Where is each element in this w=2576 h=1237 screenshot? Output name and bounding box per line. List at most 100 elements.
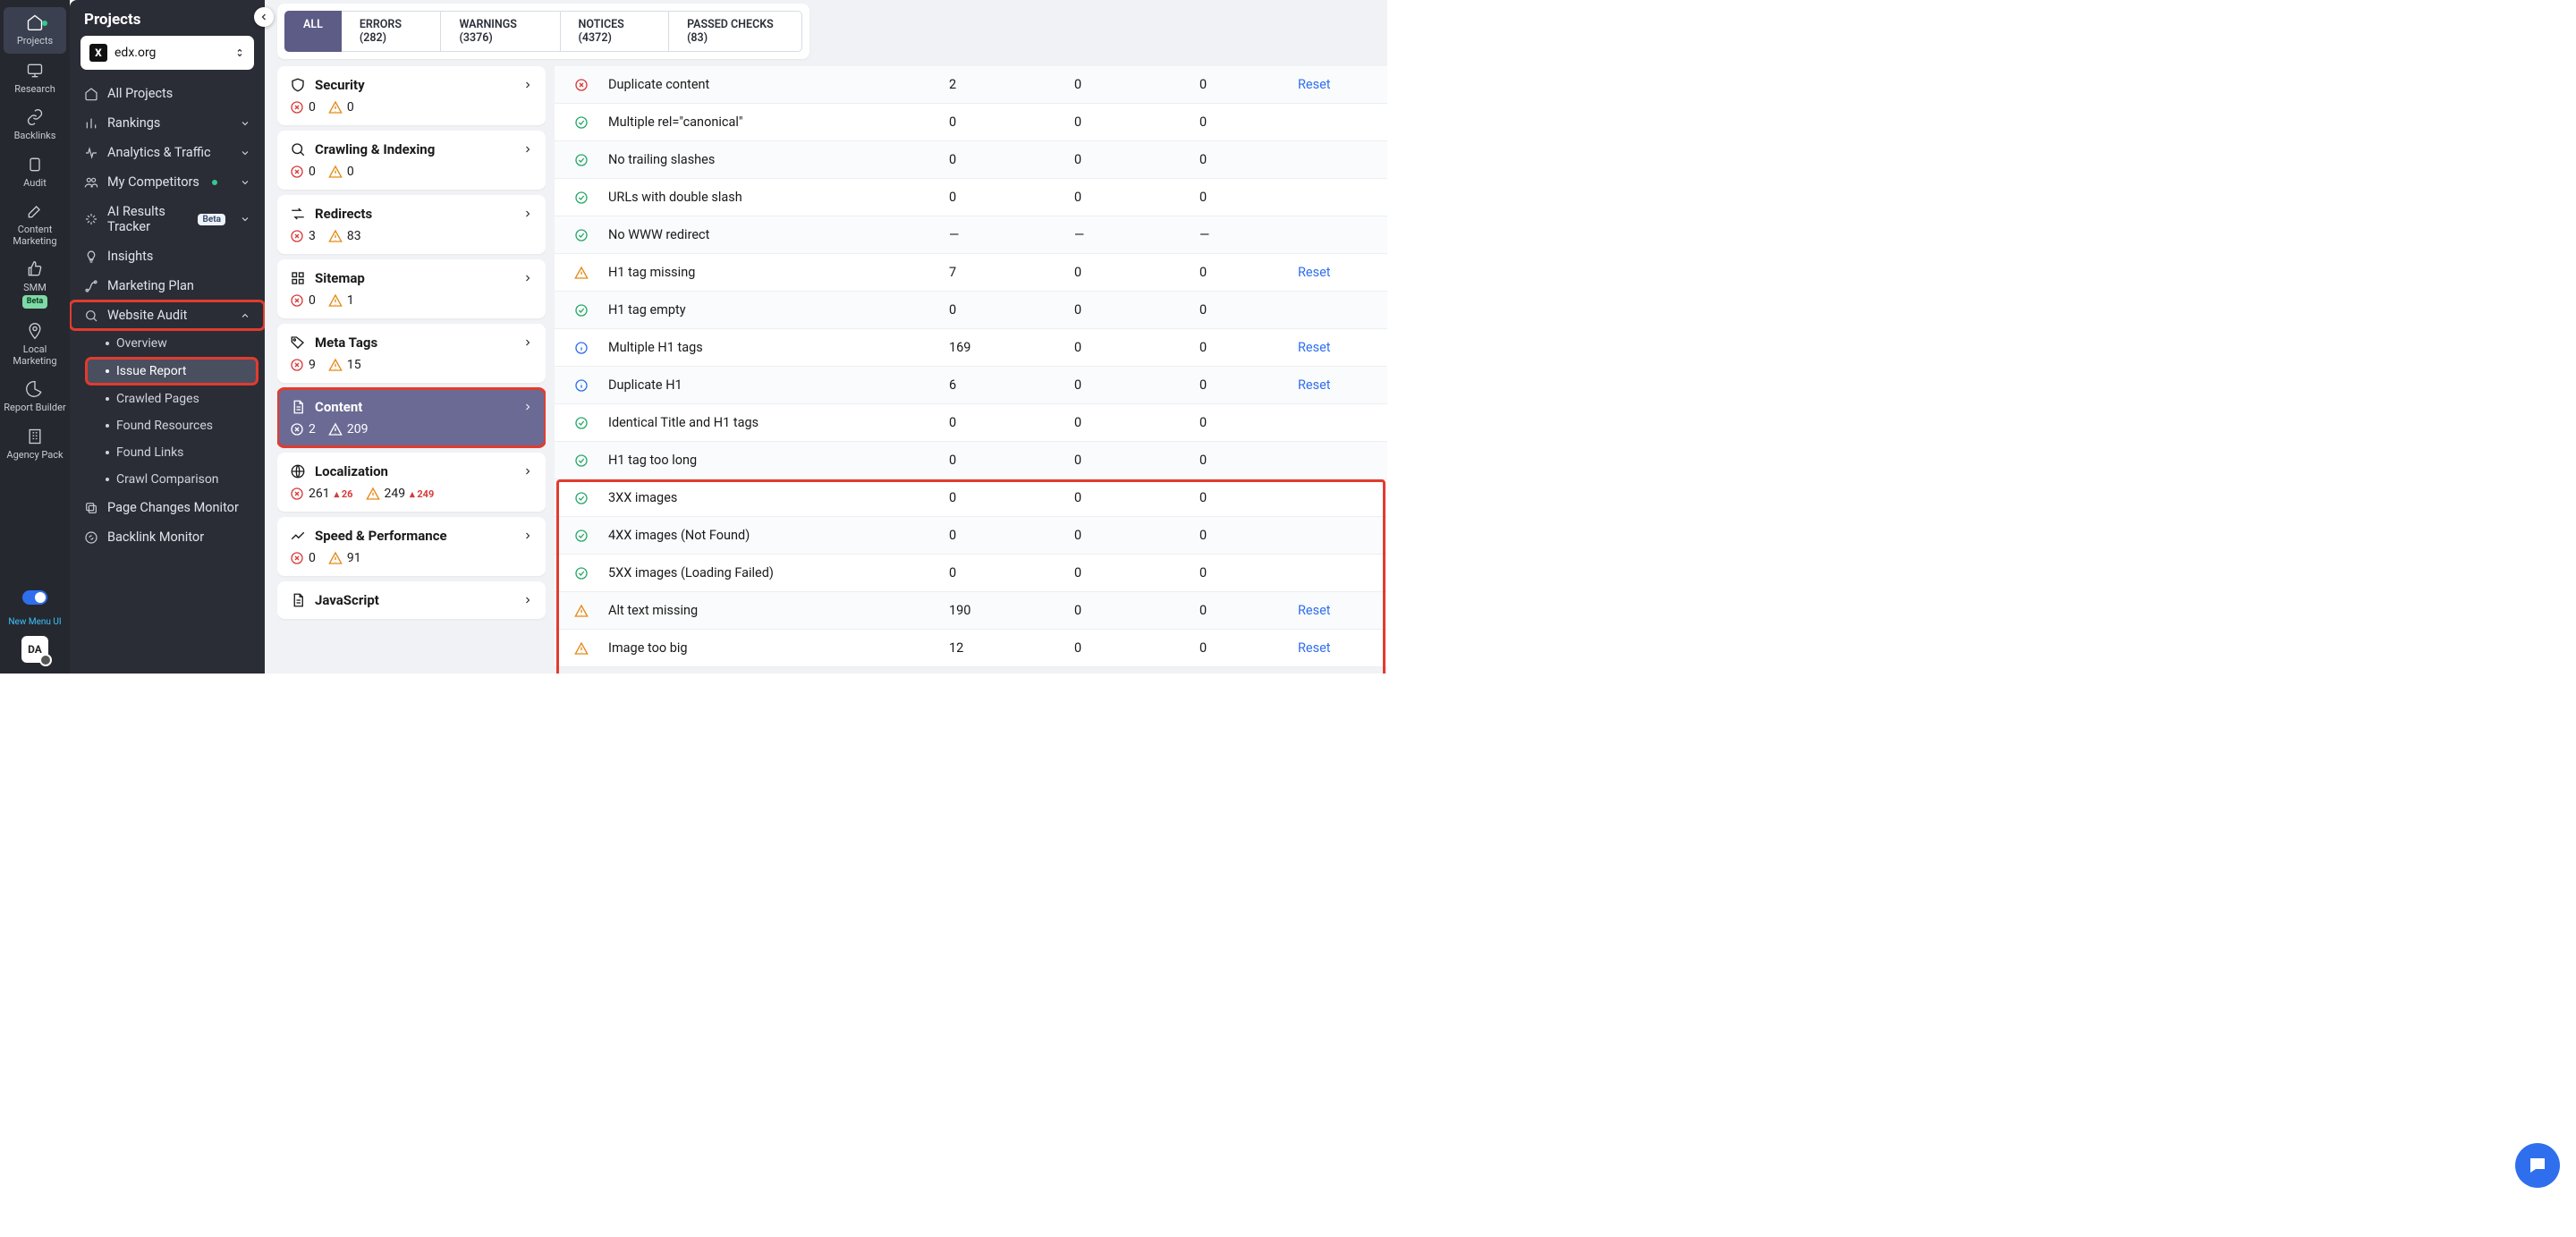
category-javascript[interactable]: JavaScript — [277, 581, 546, 619]
sidebar-item-backlink-monitor[interactable]: Backlink Monitor — [70, 522, 265, 552]
issue-row[interactable]: Alt text missing 190 0 0 Reset — [555, 592, 1387, 630]
bullet-icon — [106, 397, 109, 401]
issue-row[interactable]: H1 tag empty 0 0 0 — [555, 292, 1387, 329]
trend-icon — [290, 528, 306, 544]
issue-row[interactable]: Duplicate content 2 0 0 Reset — [555, 66, 1387, 104]
issue-row[interactable]: No WWW redirect — — — — [555, 216, 1387, 254]
category-meta-tags[interactable]: Meta Tags 9 15 — [277, 324, 546, 383]
sidebar-sub-crawled-pages[interactable]: Crawled Pages — [70, 386, 265, 412]
tab-notices[interactable]: NOTICES (4372) — [561, 11, 670, 52]
issue-row[interactable]: Image too big 12 0 0 Reset — [555, 630, 1387, 667]
category-security[interactable]: Security 0 0 — [277, 66, 546, 125]
linkcircle-icon — [84, 530, 98, 545]
bullet-icon — [106, 342, 109, 345]
issue-row[interactable]: Multiple rel="canonical" 0 0 0 — [555, 104, 1387, 141]
issue-row[interactable]: 5XX images (Loading Failed) 0 0 0 — [555, 555, 1387, 592]
sidebar-item-all-projects[interactable]: All Projects — [70, 79, 265, 108]
chevron-right-icon — [522, 144, 533, 155]
rail-item-agency-pack[interactable]: Agency Pack — [0, 421, 70, 468]
category-content[interactable]: Content 2 209 — [277, 388, 546, 447]
category-sitemap[interactable]: Sitemap 0 1 — [277, 259, 546, 318]
chevron-down-icon — [240, 214, 250, 225]
reset-link[interactable]: Reset — [1298, 377, 1331, 393]
sidebar-item-page-changes-monitor[interactable]: Page Changes Monitor — [70, 493, 265, 522]
warning-icon — [328, 551, 343, 565]
chevron-right-icon — [522, 595, 533, 606]
pass-icon — [574, 566, 589, 580]
thumbsup-icon — [25, 259, 45, 279]
reset-link[interactable]: Reset — [1298, 340, 1331, 355]
chevron-down-icon — [240, 177, 250, 188]
issue-count-c: 0 — [1199, 77, 1298, 92]
sidebar-item-rankings[interactable]: Rankings — [70, 108, 265, 138]
reset-link[interactable]: Reset — [1298, 603, 1331, 618]
sidebar-item-website-audit[interactable]: Website Audit — [70, 301, 265, 330]
rail-item-report-builder[interactable]: Report Builder — [0, 374, 70, 420]
tab-all[interactable]: ALL — [284, 11, 342, 52]
category-redirects[interactable]: Redirects 3 83 — [277, 195, 546, 254]
sidebar-sub-issue-report[interactable]: Issue Report — [86, 358, 258, 385]
error-icon — [290, 100, 304, 114]
tab-warnings[interactable]: WARNINGS (3376) — [441, 11, 560, 52]
collapse-sidebar-button[interactable] — [254, 7, 274, 27]
issue-name: Image too big — [608, 640, 931, 656]
tab-passed[interactable]: PASSED CHECKS (83) — [669, 11, 802, 52]
issue-count-c: — — [1199, 227, 1298, 242]
chevron-right-icon — [522, 273, 533, 284]
issue-row[interactable]: URLs with double slash 0 0 0 — [555, 179, 1387, 216]
indicator-dot — [212, 180, 217, 185]
sidebar-sub-crawl-comparison[interactable]: Crawl Comparison — [70, 466, 265, 493]
reset-link[interactable]: Reset — [1298, 265, 1331, 280]
category-localization[interactable]: Localization 261▴ 26 249▴ 249 — [277, 453, 546, 512]
bullet-icon — [106, 424, 109, 428]
sidebar-item-my-competitors[interactable]: My Competitors — [70, 167, 265, 197]
error-icon — [290, 293, 304, 308]
issue-count-a: 190 — [931, 603, 1074, 618]
project-selector[interactable]: X edx.org — [80, 36, 254, 70]
warning-icon — [328, 422, 343, 436]
rail-item-smm[interactable]: SMMBeta — [0, 254, 70, 316]
issue-count-a: — — [931, 227, 1074, 242]
issue-row[interactable]: H1 tag missing 7 0 0 Reset — [555, 254, 1387, 292]
sidebar-item-insights[interactable]: Insights — [70, 241, 265, 271]
sidebar-sub-overview[interactable]: Overview — [70, 330, 265, 357]
error-icon — [290, 165, 304, 179]
sidebar-item-marketing-plan[interactable]: Marketing Plan — [70, 271, 265, 301]
rail-item-projects[interactable]: Projects — [4, 7, 66, 54]
chat-button[interactable] — [2515, 1143, 2560, 1188]
da-badge[interactable]: DA — [21, 636, 48, 663]
building-icon — [25, 427, 45, 446]
issue-row[interactable]: Multiple H1 tags 169 0 0 Reset — [555, 329, 1387, 367]
sidebar-sub-found-links[interactable]: Found Links — [70, 439, 265, 466]
issue-name: Multiple H1 tags — [608, 340, 931, 355]
issue-row[interactable]: 3XX images 0 0 0 — [555, 479, 1387, 517]
pass-icon — [574, 491, 589, 505]
rail-item-backlinks[interactable]: Backlinks — [0, 102, 70, 148]
reset-link[interactable]: Reset — [1298, 640, 1331, 656]
issue-count-b: 0 — [1074, 265, 1199, 280]
chevron-right-icon — [522, 337, 533, 348]
rail-item-audit[interactable]: Audit — [0, 149, 70, 196]
issue-row[interactable]: Identical Title and H1 tags 0 0 0 — [555, 404, 1387, 442]
category-speed-performance[interactable]: Speed & Performance 0 91 — [277, 517, 546, 576]
rail-item-local-marketing[interactable]: Local Marketing — [0, 316, 70, 374]
error-icon — [290, 229, 304, 243]
warning-icon — [328, 358, 343, 372]
issue-row[interactable]: No trailing slashes 0 0 0 — [555, 141, 1387, 179]
rail-item-research[interactable]: Research — [0, 55, 70, 102]
rail-item-content-marketing[interactable]: Content Marketing — [0, 196, 70, 254]
project-name: edx.org — [114, 46, 156, 60]
category-crawling-indexing[interactable]: Crawling & Indexing 0 0 — [277, 131, 546, 190]
edit-icon — [25, 201, 45, 221]
reset-link[interactable]: Reset — [1298, 77, 1331, 92]
new-menu-toggle[interactable] — [22, 590, 47, 605]
issue-row[interactable]: Duplicate H1 6 0 0 Reset — [555, 367, 1387, 404]
tab-errors[interactable]: ERRORS (282) — [342, 11, 442, 52]
delta-up: ▴ 26 — [335, 488, 353, 500]
issue-row[interactable]: H1 tag too long 0 0 0 — [555, 442, 1387, 479]
issue-row[interactable]: 4XX images (Not Found) 0 0 0 — [555, 517, 1387, 555]
sidebar-item-analytics-traffic[interactable]: Analytics & Traffic — [70, 138, 265, 167]
sidebar-item-ai-results-tracker[interactable]: AI Results TrackerBeta — [70, 197, 265, 241]
sidebar-sub-found-resources[interactable]: Found Resources — [70, 412, 265, 439]
warning-icon — [328, 229, 343, 243]
